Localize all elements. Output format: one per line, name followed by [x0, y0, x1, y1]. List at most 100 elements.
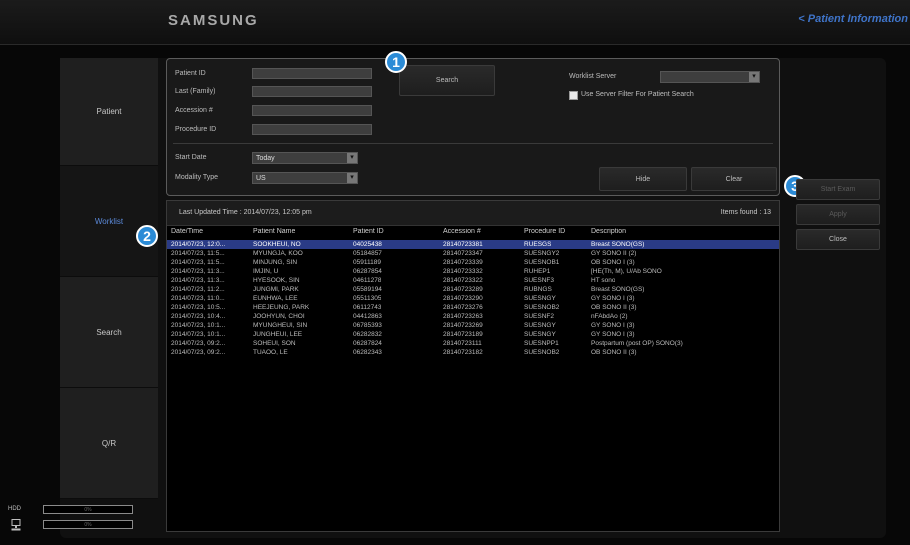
server-filter-checkbox[interactable]	[569, 91, 578, 100]
row-procedure-id: RUHEP1	[524, 268, 551, 275]
start-date-select[interactable]: Today ▾	[252, 152, 358, 164]
hide-button[interactable]: Hide	[599, 167, 687, 191]
column-header-datetime[interactable]: Date/Time	[171, 228, 203, 235]
table-row[interactable]: 2014/07/23, 09:2... SOHEUI, SON 06287824 28…	[167, 339, 779, 348]
row-patient-name: JUNGHEUI, LEE	[253, 331, 303, 338]
table-row[interactable]: 2014/07/23, 11:3... IMJIN, U 06287854 28140…	[167, 267, 779, 276]
table-row[interactable]: 2014/07/23, 11:5... MYUNGJA, KOO 05184857 2…	[167, 249, 779, 258]
server-filter-label: Use Server Filter For Patient Search	[581, 91, 694, 98]
row-accession: 28140723189	[443, 331, 483, 338]
table-row[interactable]: 2014/07/23, 11:2... JUNGMI, PARK 05589194 2…	[167, 285, 779, 294]
row-patient-id: 04412863	[353, 313, 382, 320]
table-row[interactable]: 2014/07/23, 11:0... EUNHWA, LEE 05511305 28…	[167, 294, 779, 303]
patient-id-label: Patient ID	[175, 70, 206, 77]
chevron-down-icon: ▾	[347, 173, 357, 183]
close-label: Close	[829, 236, 847, 243]
chevron-down-icon: ▾	[749, 72, 759, 82]
clear-button[interactable]: Clear	[691, 167, 777, 191]
row-procedure-id: SUESNF3	[524, 277, 554, 284]
row-patient-name: EUNHWA, LEE	[253, 295, 298, 302]
modality-type-value: US	[256, 175, 266, 182]
computer-icon	[11, 518, 21, 536]
row-description: Breast SONO(GS)	[591, 241, 645, 248]
apply-button[interactable]: Apply	[796, 204, 880, 225]
tab-qr[interactable]: Q/R	[60, 388, 158, 499]
row-accession: 28140723322	[443, 277, 483, 284]
list-status-bar: Last Updated Time : 2014/07/23, 12:05 pm…	[167, 201, 779, 226]
row-accession: 28140723276	[443, 304, 483, 311]
row-patient-name: HEEJEUNG, PARK	[253, 304, 310, 311]
row-accession: 28140723332	[443, 268, 483, 275]
row-datetime: 2014/07/23, 10:1...	[171, 322, 226, 329]
row-accession: 28140723289	[443, 286, 483, 293]
row-patient-name: SOOKHEUI, NO	[253, 241, 301, 248]
procedure-id-input[interactable]	[252, 124, 372, 135]
row-patient-id: 06287854	[353, 268, 382, 275]
table-row[interactable]: 2014/07/23, 12:0... SOOKHEUI, NO 04025438 2…	[167, 240, 779, 249]
row-patient-name: HYESOOK, SIN	[253, 277, 300, 284]
row-patient-id: 05511305	[353, 295, 382, 302]
table-row[interactable]: 2014/07/23, 11:3... HYESOOK, SIN 04611278 2…	[167, 276, 779, 285]
row-datetime: 2014/07/23, 11:5...	[171, 259, 225, 266]
row-accession: 28140723381	[443, 241, 483, 248]
table-row[interactable]: 2014/07/23, 10:1... JUNGHEUI, LEE 06282832…	[167, 330, 779, 339]
start-date-value: Today	[256, 155, 275, 162]
patient-id-input[interactable]	[252, 68, 372, 79]
column-header-procedure-id[interactable]: Procedure ID	[524, 228, 565, 235]
column-header-description[interactable]: Description	[591, 228, 626, 235]
row-description: OB SONO II (3)	[591, 349, 637, 356]
row-description: GY SONO I (3)	[591, 331, 635, 338]
last-family-label: Last (Family)	[175, 88, 216, 95]
table-row[interactable]: 2014/07/23, 10:1... MYUNGHEUI, SIN 0678539…	[167, 321, 779, 330]
search-button-label: Search	[435, 77, 459, 84]
last-updated-text: Last Updated Time : 2014/07/23, 12:05 pm	[179, 209, 312, 216]
row-datetime: 2014/07/23, 11:3...	[171, 277, 225, 284]
row-patient-id: 06287824	[353, 340, 382, 347]
chevron-down-icon: ▾	[347, 153, 357, 163]
callout-badge-2: 2	[136, 225, 158, 247]
hdd-label: HDD	[8, 506, 21, 512]
list-header: Date/Time Patient Name Patient ID Access…	[167, 228, 779, 239]
pc-usage-bar: 0%	[43, 520, 133, 529]
tab-worklist[interactable]: Worklist	[60, 166, 158, 277]
row-procedure-id: SUESNOB1	[524, 259, 560, 266]
clear-button-label: Clear	[725, 175, 743, 183]
row-procedure-id: RUBNGS	[524, 286, 552, 293]
worklist-server-select[interactable]: ▾	[660, 71, 760, 83]
row-procedure-id: SUESNGY	[524, 322, 556, 329]
row-procedure-id: SUESNGY2	[524, 250, 560, 257]
table-row[interactable]: 2014/07/23, 11:5... MINJUNG, SIN 05911189 2…	[167, 258, 779, 267]
start-exam-button[interactable]: Start Exam	[796, 179, 880, 200]
row-patient-name: MYUNGJA, KOO	[253, 250, 303, 257]
row-accession: 28140723269	[443, 322, 483, 329]
tab-search-label: Search	[96, 327, 122, 337]
top-bar: SAMSUNG < Patient Information	[0, 0, 910, 45]
table-row[interactable]: 2014/07/23, 09:2... TUAOO, LE 06282343 2814…	[167, 348, 779, 357]
table-row[interactable]: 2014/07/23, 10:4... JOOHYUN, CHOI 04412863…	[167, 312, 779, 321]
row-procedure-id: SUESNF2	[524, 313, 554, 320]
row-datetime: 2014/07/23, 11:3...	[171, 268, 225, 275]
row-patient-name: JOOHYUN, CHOI	[253, 313, 305, 320]
row-patient-id: 05184857	[353, 250, 382, 257]
row-accession: 28140723263	[443, 313, 483, 320]
column-header-patient-id[interactable]: Patient ID	[353, 228, 384, 235]
table-row[interactable]: 2014/07/23, 10:5... HEEJEUNG, PARK 0611274…	[167, 303, 779, 312]
row-patient-id: 05911189	[353, 259, 381, 266]
column-header-accession[interactable]: Accession #	[443, 228, 481, 235]
column-header-patient-name[interactable]: Patient Name	[253, 228, 295, 235]
storage-status: HDD 0% 0%	[8, 504, 158, 540]
last-family-input[interactable]	[252, 86, 372, 97]
row-patient-id: 06785393	[353, 322, 382, 329]
patient-information-link[interactable]: < Patient Information	[798, 13, 908, 25]
tab-patient[interactable]: Patient	[60, 58, 158, 166]
close-button[interactable]: Close	[796, 229, 880, 250]
accession-input[interactable]	[252, 105, 372, 116]
search-button[interactable]: Search	[399, 65, 495, 96]
modality-type-select[interactable]: US ▾	[252, 172, 358, 184]
tab-search[interactable]: Search	[60, 277, 158, 388]
row-procedure-id: RUESGS	[524, 241, 552, 248]
row-patient-id: 06112743	[353, 304, 382, 311]
apply-label: Apply	[829, 211, 847, 218]
row-patient-id: 06282343	[353, 349, 382, 356]
row-patient-id: 04611278	[353, 277, 382, 284]
